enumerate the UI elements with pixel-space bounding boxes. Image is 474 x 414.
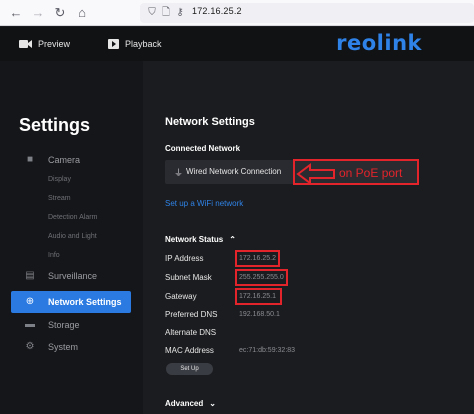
sidebar-subitem-info[interactable]: Info: [48, 252, 60, 259]
sidebar-item-surveillance[interactable]: ▤ Surveillance: [0, 267, 143, 285]
storage-icon: ▬: [25, 319, 35, 330]
gear-icon: ⚙: [25, 341, 35, 352]
annotation-arrow-icon: [296, 163, 335, 185]
annotation-text: on PoE port: [339, 166, 403, 180]
address-bar[interactable]: ⛉ 🗋 ⚷ 172.16.25.2: [140, 3, 474, 23]
preview-label: Preview: [38, 39, 71, 49]
gateway-label: Gateway: [165, 292, 197, 301]
home-icon[interactable]: ⌂: [74, 5, 90, 21]
connected-network-heading: Connected Network: [165, 144, 241, 153]
preferred-dns-value: 192.168.50.1: [239, 311, 280, 318]
url-text: 172.16.25.2: [192, 6, 242, 16]
advanced-heading: Advanced: [165, 399, 204, 408]
page-info-icon[interactable]: 🗋: [160, 7, 172, 19]
reolink-logo: reolink: [336, 31, 422, 55]
preferred-dns-label: Preferred DNS: [165, 310, 218, 319]
playback-icon: [108, 39, 119, 49]
reload-icon[interactable]: ↻: [52, 5, 68, 21]
highlight-box: [235, 288, 282, 305]
network-status-heading: Network Status: [165, 235, 224, 244]
browser-toolbar: ← → ↻ ⌂ ⛉ 🗋 ⚷ 172.16.25.2: [0, 0, 474, 26]
mac-address-value: ec:71:db:59:32:83: [239, 347, 296, 354]
sidebar-item-label: Network Settings: [48, 297, 122, 307]
page-title: Network Settings: [165, 116, 255, 128]
mac-address-label: MAC Address: [165, 346, 214, 355]
setup-button[interactable]: Set Up: [166, 363, 213, 375]
chevron-down-icon: ⌄: [209, 399, 216, 408]
sidebar-item-label: Surveillance: [48, 271, 98, 281]
sidebar-title: Settings: [19, 115, 91, 135]
shield-icon[interactable]: ⛉: [146, 7, 158, 19]
settings-sidebar: Settings ■ Camera Display Stream Detecti…: [0, 61, 143, 414]
main-content: Network Settings Connected Network ⏚ Wir…: [143, 61, 474, 414]
preview-tab[interactable]: Preview: [19, 36, 70, 52]
chevron-up-icon: ⌃: [229, 235, 236, 244]
sidebar-subitem-display[interactable]: Display: [48, 176, 71, 183]
sidebar-item-system[interactable]: ⚙ System: [0, 338, 143, 356]
sidebar-item-label: System: [48, 342, 79, 352]
app-header: Preview Playback reolink: [0, 27, 474, 61]
camera-icon: ■: [26, 154, 34, 165]
setup-wifi-link[interactable]: Set up a WiFi network: [165, 199, 243, 208]
sidebar-item-label: Camera: [48, 155, 81, 165]
sidebar-item-label: Storage: [48, 320, 80, 330]
surveillance-icon: ▤: [25, 270, 35, 281]
playback-tab[interactable]: Playback: [108, 36, 162, 52]
sidebar-item-network-settings[interactable]: ⊕ Network Settings: [11, 291, 131, 313]
sidebar-item-storage[interactable]: ▬ Storage: [0, 316, 143, 334]
advanced-toggle[interactable]: Advanced ⌄: [165, 399, 216, 408]
highlight-box: [235, 250, 280, 267]
highlight-box: [235, 269, 288, 286]
arrow-left-icon[interactable]: ←: [8, 5, 24, 21]
network-status-toggle[interactable]: Network Status ⌃: [165, 235, 236, 244]
globe-icon: ⊕: [25, 296, 35, 307]
ip-address-label: IP Address: [165, 254, 204, 263]
sidebar-subitem-stream[interactable]: Stream: [48, 195, 71, 202]
alternate-dns-label: Alternate DNS: [165, 328, 217, 337]
playback-label: Playback: [125, 39, 162, 49]
key-icon[interactable]: ⚷: [174, 7, 186, 19]
sidebar-item-camera[interactable]: ■ Camera: [0, 151, 143, 169]
arrow-right-icon[interactable]: →: [30, 5, 46, 21]
connection-value: Wired Network Connection: [186, 167, 282, 176]
subnet-mask-label: Subnet Mask: [165, 273, 212, 282]
sidebar-subitem-audio-light[interactable]: Audio and Light: [48, 233, 97, 240]
ethernet-plug-icon: ⏚: [174, 168, 184, 178]
sidebar-subitem-detection-alarm[interactable]: Detection Alarm: [48, 214, 97, 221]
video-camera-icon: [19, 40, 32, 48]
